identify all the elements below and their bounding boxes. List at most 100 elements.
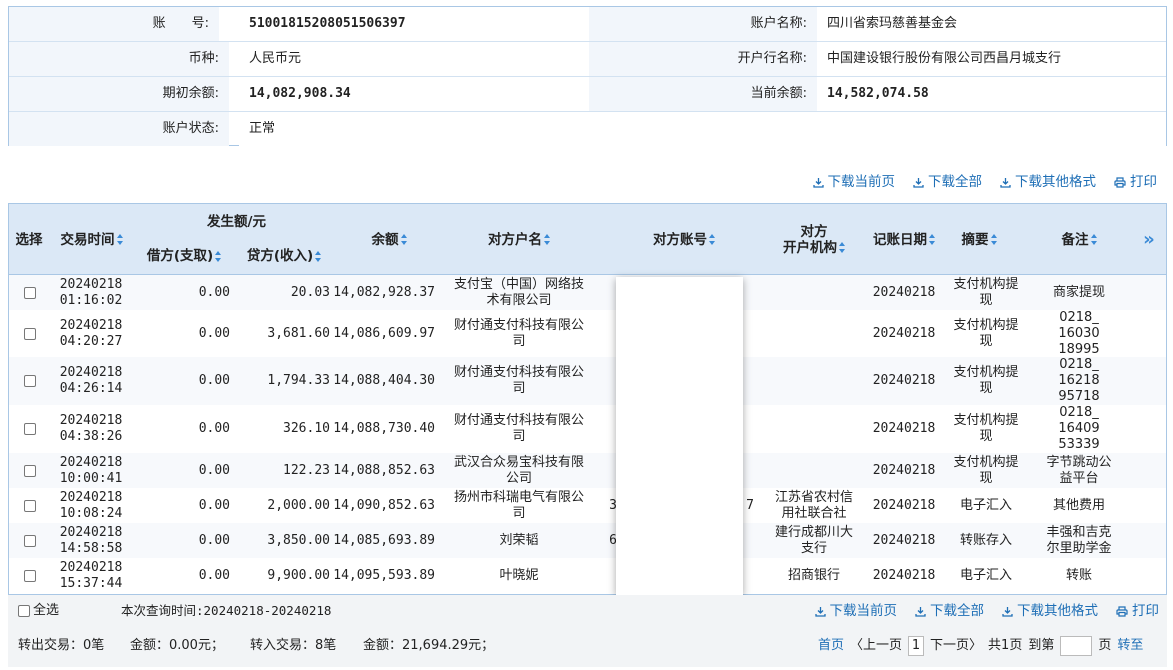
download-all-button[interactable]: 下载全部 [913,172,982,192]
row-select-checkbox[interactable] [21,453,39,488]
sort-icon [709,234,715,245]
sort-icon [400,234,407,245]
cell-post-date: 20240218 [872,567,936,583]
current-page-box[interactable]: 1 [908,636,925,656]
expand-columns-icon[interactable]: » [1134,204,1164,275]
header-counterparty-name[interactable]: 对方户名 [439,204,599,275]
goto-page-input[interactable] [1060,636,1093,656]
header-counterparty-bank[interactable]: 对方 开户机构 [764,204,864,275]
cell-time: 20240218 10:08:24 [59,489,123,521]
query-time: 本次查询时间:20240218-20240218 [121,603,332,618]
checkbox-icon [24,464,36,477]
header-balance[interactable]: 余额 [339,204,439,275]
prev-page-link[interactable]: 〈上一页 [850,636,902,656]
download-other-format-button-bottom[interactable]: 下载其他格式 [1002,601,1098,621]
header-select: 选择 [15,231,43,248]
goto-button[interactable]: 转至 [1117,636,1143,656]
cell-credit: 326.10 [283,421,330,436]
cell-counterparty-account-tail [744,558,756,593]
download-current-page-button[interactable]: 下载当前页 [812,172,895,192]
download-icon [913,177,924,188]
account-no-value: 510018152080515063 [249,16,390,31]
cell-credit: 1,794.33 [267,373,330,388]
header-post-date[interactable]: 记账日期 [864,204,944,275]
bottom-action-bar: 下载当前页 下载全部 下载其他格式 打印 [797,601,1159,621]
cell-debit: 0.00 [198,567,230,583]
cell-debit: 0.00 [198,497,230,513]
cell-remark: 字节跳动公 益平台 [1046,454,1112,486]
cell-time: 20240218 04:20:27 [59,317,123,349]
table-footer: 全选 本次查询时间:20240218-20240218 下载当前页 下载全部 下… [8,595,1167,667]
row-select-checkbox[interactable] [21,357,39,405]
cell-post-date: 20240218 [872,421,936,436]
account-no-label: 账 号: [9,7,219,41]
opening-balance-value: 14,082,908.34 [239,77,589,111]
header-time[interactable]: 交易时间 [49,204,134,275]
row-select-checkbox[interactable] [21,275,39,310]
cell-counterparty-name: 武汉合众易宝科技有限 公司 [453,454,584,486]
row-select-checkbox[interactable] [21,405,39,453]
sort-icon [929,234,935,245]
cell-counterparty-name: 财付通支付科技有限公司 [453,317,584,349]
cell-counterparty-name: 财付通支付科技有限公司 [453,365,584,396]
print-button-bottom[interactable]: 打印 [1116,601,1159,621]
first-page-link[interactable]: 首页 [818,636,844,656]
counterparty-account-popup [616,277,743,595]
header-debit[interactable]: 借方(支取) [134,242,234,270]
row-select-checkbox[interactable] [21,488,39,523]
cell-post-date: 20240218 [872,497,936,513]
download-all-button-bottom[interactable]: 下载全部 [915,601,984,621]
table-row[interactable]: 20240218 14:58:58 0.00 3,850.00 14,085,69… [9,523,1166,558]
table-row[interactable]: 20240218 04:20:27 0.00 3,681.60 14,086,60… [9,310,1166,357]
checkbox-icon [24,569,36,582]
cell-post-date: 20240218 [872,532,936,548]
cell-debit: 0.00 [198,421,230,436]
header-remark[interactable]: 备注 [1039,204,1119,275]
top-action-bar: 下载当前页 下载全部 下载其他格式 打印 [795,172,1157,192]
table-header: 选择 交易时间 发生额/元 借方(支取) 贷方(收入) 余额 对方户名 对方账号… [9,204,1166,275]
cell-time: 20240218 10:00:41 [59,454,123,486]
cell-post-date: 20240218 [872,373,936,388]
header-summary[interactable]: 摘要 [944,204,1014,275]
table-row[interactable]: 20240218 01:16:02 0.00 20.03 14,082,928.3… [9,275,1166,310]
row-select-checkbox[interactable] [21,558,39,593]
cell-counterparty-bank: 建行成都川大 支行 [774,524,853,556]
print-button[interactable]: 打印 [1114,172,1157,192]
checkbox-icon [24,534,36,547]
table-row[interactable]: 20240218 04:38:26 0.00 326.10 14,088,730.… [9,405,1166,453]
account-status-label: 账户状态: [9,112,229,146]
bank-name-value: 中国建设银行股份有限公司西昌月城支行 [817,42,1166,76]
table-row[interactable]: 20240218 15:37:44 0.00 9,900.00 14,095,59… [9,558,1166,593]
table-row[interactable]: 20240218 10:08:24 0.00 2,000.00 14,090,85… [9,488,1166,523]
cell-counterparty-name: 财付通支付科技有限公司 [453,413,584,444]
sort-icon [215,250,222,262]
cell-time: 20240218 04:26:14 [59,365,123,396]
goto-suffix: 页 [1098,638,1112,653]
cell-summary: 支付机构提现 [953,365,1019,396]
sort-icon [315,250,322,262]
sort-icon [839,242,845,253]
cell-credit: 3,681.60 [267,325,330,341]
sort-icon [990,234,997,245]
cell-summary: 电子汇入 [959,497,1012,513]
download-other-format-button[interactable]: 下载其他格式 [1000,172,1096,192]
header-credit[interactable]: 贷方(收入) [234,242,334,270]
cell-debit: 0.00 [198,462,230,478]
table-row[interactable]: 20240218 04:26:14 0.00 1,794.33 14,088,40… [9,357,1166,405]
download-current-page-button-bottom[interactable]: 下载当前页 [814,601,897,621]
select-all-checkbox[interactable]: 全选 [18,601,59,621]
cell-remark: 转账 [1065,567,1092,583]
cell-time: 20240218 04:38:26 [59,413,123,444]
next-page-link[interactable]: 下一页〉 [930,636,982,656]
cell-remark: 商家提现 [1052,284,1105,300]
printer-icon [1114,176,1126,188]
total-pages: 共1页 [988,638,1023,653]
download-icon [812,177,824,188]
cell-balance: 14,088,852.63 [333,462,435,478]
checkbox-icon [24,499,36,512]
cell-counterparty-name: 支付宝（中国）网络技 术有限公司 [453,276,584,308]
header-counterparty-account[interactable]: 对方账号 [609,204,759,275]
row-select-checkbox[interactable] [21,310,39,357]
table-row[interactable]: 20240218 10:00:41 0.00 122.23 14,088,852.… [9,453,1166,488]
row-select-checkbox[interactable] [21,523,39,558]
